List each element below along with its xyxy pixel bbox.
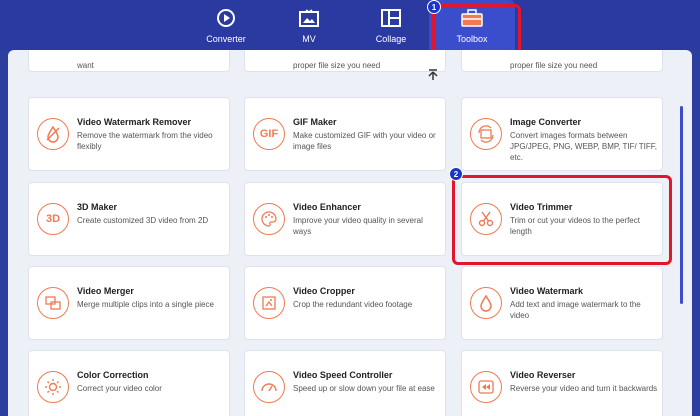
tool-title: Video Enhancer bbox=[293, 202, 361, 212]
tool-card-gif-maker[interactable]: GIF GIF Maker Make customized GIF with y… bbox=[244, 97, 446, 171]
3d-icon: 3D bbox=[37, 203, 69, 235]
toolbox-content: want proper file size you need proper fi… bbox=[8, 50, 692, 416]
tool-card-3d-maker[interactable]: 3D 3D Maker Create customized 3D video f… bbox=[28, 182, 230, 256]
tab-mv-label: MV bbox=[302, 34, 316, 44]
tool-title: Video Reverser bbox=[510, 370, 576, 380]
tab-converter[interactable]: Converter bbox=[181, 0, 271, 50]
collage-icon bbox=[380, 8, 402, 28]
tool-card-video-reverser[interactable]: Video Reverser Reverse your video and tu… bbox=[461, 350, 663, 416]
watermark-remover-icon bbox=[37, 118, 69, 150]
palette-icon bbox=[253, 203, 285, 235]
scrollbar-thumb[interactable] bbox=[680, 106, 683, 304]
tool-card-video-trimmer[interactable]: Video Trimmer Trim or cut your videos to… bbox=[461, 182, 663, 256]
tool-card-video-merger[interactable]: Video Merger Merge multiple clips into a… bbox=[28, 266, 230, 340]
tool-title: Video Trimmer bbox=[510, 202, 573, 212]
step-badge-2: 2 bbox=[449, 167, 463, 181]
tool-desc: Remove the watermark from the video flex… bbox=[77, 131, 213, 151]
tool-desc: Trim or cut your videos to the perfect l… bbox=[510, 216, 640, 236]
tool-card-partial-1[interactable]: want bbox=[28, 50, 230, 72]
tool-card-video-cropper[interactable]: Video Cropper Crop the redundant video f… bbox=[244, 266, 446, 340]
tool-card-video-enhancer[interactable]: Video Enhancer Improve your video qualit… bbox=[244, 182, 446, 256]
tool-card-video-watermark-remover[interactable]: Video Watermark Remover Remove the water… bbox=[28, 97, 230, 171]
tool-desc: Correct your video color bbox=[77, 384, 162, 393]
tool-desc: Create customized 3D video from 2D bbox=[77, 216, 209, 225]
tool-title: 3D Maker bbox=[77, 202, 118, 212]
tool-desc: proper file size you need bbox=[510, 61, 598, 70]
speedometer-icon bbox=[253, 371, 285, 403]
tool-card-video-watermark[interactable]: Video Watermark Add text and image water… bbox=[461, 266, 663, 340]
tab-converter-label: Converter bbox=[206, 34, 246, 44]
droplet-icon bbox=[470, 287, 502, 319]
toolbox-icon bbox=[461, 8, 483, 28]
tool-title: Video Speed Controller bbox=[293, 370, 393, 380]
tool-card-partial-3[interactable]: proper file size you need bbox=[461, 50, 663, 72]
tool-desc: want bbox=[77, 61, 94, 70]
tab-toolbox[interactable]: Toolbox bbox=[429, 0, 515, 50]
tool-card-video-speed-controller[interactable]: Video Speed Controller Speed up or slow … bbox=[244, 350, 446, 416]
tool-desc: Reverse your video and turn it backwards bbox=[510, 384, 658, 393]
tool-desc: Add text and image watermark to the vide… bbox=[510, 300, 641, 320]
tool-desc: Improve your video quality in several wa… bbox=[293, 216, 423, 236]
tool-desc: Crop the redundant video footage bbox=[293, 300, 413, 309]
sun-icon bbox=[37, 371, 69, 403]
step-badge-1: 1 bbox=[427, 0, 441, 14]
tab-collage[interactable]: Collage bbox=[346, 0, 436, 50]
rewind-icon bbox=[470, 371, 502, 403]
tool-desc: Speed up or slow down your file at ease bbox=[293, 384, 435, 393]
tool-desc: proper file size you need bbox=[293, 61, 381, 70]
scissors-icon bbox=[470, 203, 502, 235]
scroll-to-top-icon[interactable] bbox=[426, 68, 440, 82]
top-nav-bar: Converter MV Collage Toolbox bbox=[0, 0, 700, 50]
tool-title: GIF Maker bbox=[293, 117, 337, 127]
tab-collage-label: Collage bbox=[375, 34, 407, 44]
tool-desc: Convert images formats between JPG/JPEG,… bbox=[510, 131, 657, 162]
tool-desc: Merge multiple clips into a single piece bbox=[77, 300, 214, 309]
image-converter-icon bbox=[470, 118, 502, 150]
tool-title: Video Merger bbox=[77, 286, 134, 296]
merge-icon bbox=[37, 287, 69, 319]
tool-card-color-correction[interactable]: Color Correction Correct your video colo… bbox=[28, 350, 230, 416]
crop-icon bbox=[253, 287, 285, 319]
tool-title: Video Cropper bbox=[293, 286, 355, 296]
tab-toolbox-label: Toolbox bbox=[456, 34, 488, 44]
tool-title: Image Converter bbox=[510, 117, 582, 127]
tool-card-image-converter[interactable]: Image Converter Convert images formats b… bbox=[461, 97, 663, 171]
converter-icon bbox=[215, 8, 237, 28]
tool-desc: Make customized GIF with your video or i… bbox=[293, 131, 436, 151]
tool-title: Video Watermark Remover bbox=[77, 117, 192, 127]
tab-mv[interactable]: MV bbox=[264, 0, 354, 50]
gif-icon: GIF bbox=[253, 118, 285, 150]
tool-card-partial-2[interactable]: proper file size you need bbox=[244, 50, 446, 72]
mv-icon bbox=[298, 8, 320, 28]
tool-title: Video Watermark bbox=[510, 286, 584, 296]
tool-title: Color Correction bbox=[77, 370, 149, 380]
